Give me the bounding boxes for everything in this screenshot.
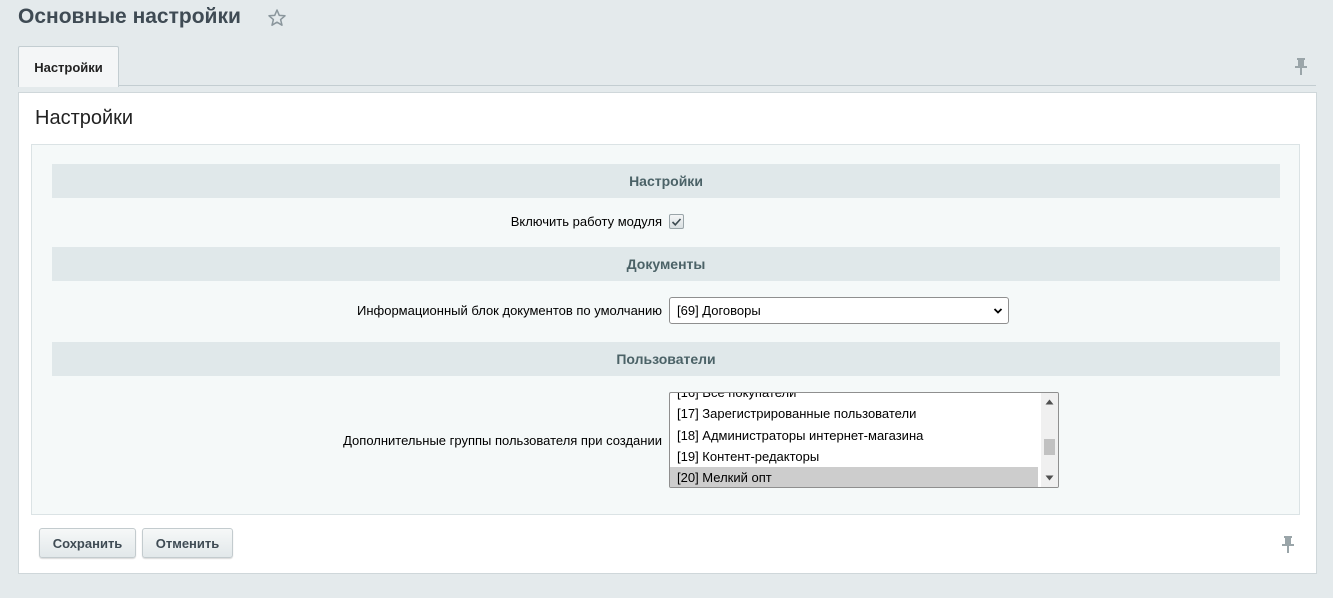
page-title: Основные настройки xyxy=(18,5,241,28)
tab-bar: Настройки xyxy=(18,46,1316,87)
star-icon[interactable] xyxy=(267,8,287,28)
scroll-down-icon[interactable] xyxy=(1045,475,1054,481)
enable-module-label: Включить работу модуля xyxy=(510,214,662,229)
list-item[interactable]: [19] Контент-редакторы xyxy=(670,446,1038,467)
scroll-up-icon[interactable] xyxy=(1045,399,1054,405)
save-button[interactable]: Сохранить xyxy=(39,528,136,558)
cancel-button[interactable]: Отменить xyxy=(142,528,233,558)
section-header-settings: Настройки xyxy=(52,164,1280,198)
user-groups-listbox[interactable]: [16] Все покупатели [17] Зарегистрирован… xyxy=(669,392,1059,488)
section-header-users: Пользователи xyxy=(52,342,1280,376)
enable-module-checkbox[interactable] xyxy=(669,214,684,229)
iblock-label: Информационный блок документов по умолча… xyxy=(357,303,662,318)
checkmark-icon xyxy=(671,217,682,226)
list-item[interactable]: [16] Все покупатели xyxy=(670,393,1038,403)
listbox-scrollbar[interactable] xyxy=(1041,393,1058,487)
settings-panel: Настройки Настройки Включить работу моду… xyxy=(18,92,1317,574)
panel-heading: Настройки xyxy=(35,107,134,129)
settings-form: Настройки Включить работу модуля Докумен… xyxy=(31,144,1300,515)
iblock-select[interactable]: [69] Договоры xyxy=(669,297,1009,324)
section-header-documents: Документы xyxy=(52,247,1280,281)
scroll-thumb[interactable] xyxy=(1044,439,1055,455)
list-item[interactable]: [18] Администраторы интернет-магазина xyxy=(670,425,1038,446)
pin-icon[interactable] xyxy=(1294,57,1308,75)
pin-icon[interactable] xyxy=(1281,535,1295,553)
user-groups-label: Дополнительные группы пользователя при с… xyxy=(343,433,662,448)
list-item[interactable]: [17] Зарегистрированные пользователи xyxy=(670,403,1038,424)
list-item-selected[interactable]: [20] Мелкий опт xyxy=(670,467,1038,487)
iblock-select-value: [69] Договоры xyxy=(677,303,761,318)
chevron-down-icon xyxy=(993,308,1003,314)
tab-settings[interactable]: Настройки xyxy=(18,46,119,87)
